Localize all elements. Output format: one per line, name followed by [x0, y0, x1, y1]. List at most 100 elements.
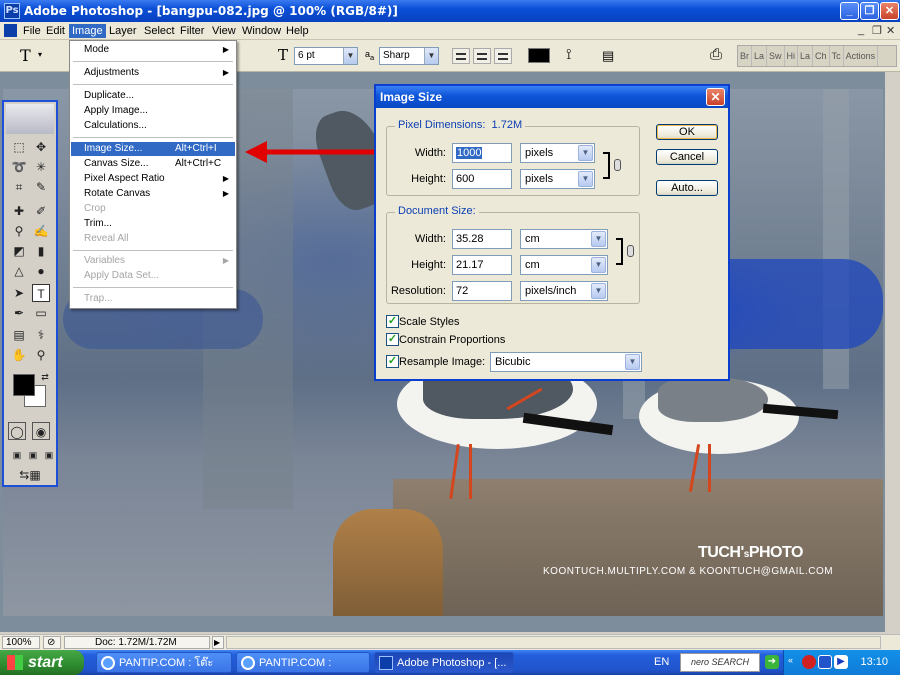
move-tool-icon[interactable]: ✥ — [32, 138, 50, 156]
media-player-tray-icon[interactable]: ▶ — [834, 655, 848, 669]
go-arrow-icon[interactable]: ➜ — [765, 655, 779, 669]
doc-width-unit-select[interactable]: cm ▼ — [520, 229, 608, 249]
eyedropper-tool-icon[interactable]: ⚕ — [32, 326, 50, 344]
menu-edit[interactable]: Edit — [43, 24, 68, 38]
palette-tab-brushes[interactable]: Br — [738, 46, 752, 66]
menu-item-adjustments[interactable]: Adjustments ▶ — [71, 66, 235, 80]
document-icon[interactable] — [4, 24, 17, 37]
tray-expand-icon[interactable]: « — [788, 655, 802, 669]
dialog-close-button[interactable]: ✕ — [706, 88, 725, 106]
type-tool-icon[interactable]: T — [32, 284, 50, 302]
menu-file[interactable]: File — [20, 24, 44, 38]
resample-method-select[interactable]: Bicubic ▼ — [490, 352, 642, 372]
menu-view[interactable]: View — [209, 24, 239, 38]
auto-button[interactable]: Auto... — [656, 180, 718, 196]
language-indicator[interactable]: EN — [654, 656, 669, 668]
antialias-select[interactable]: Sharp ▼ — [379, 47, 439, 65]
palette-tab-layer-comps[interactable]: La — [752, 46, 768, 66]
menu-item-apply-image[interactable]: Apply Image... — [71, 104, 235, 118]
minimize-button[interactable]: _ — [840, 2, 859, 20]
doc-restore-button[interactable]: ❐ — [872, 24, 882, 37]
doc-height-unit-select[interactable]: cm ▼ — [520, 255, 608, 275]
text-color-swatch[interactable] — [528, 48, 550, 63]
close-button[interactable]: ✕ — [880, 2, 899, 20]
doc-width-input[interactable]: 35.28 — [452, 229, 512, 249]
font-size-select[interactable]: 6 pt ▼ — [294, 47, 358, 65]
menu-select[interactable]: Select — [141, 24, 178, 38]
zoom-tool-icon[interactable]: ⚲ — [32, 346, 50, 364]
menu-item-pixel-aspect-ratio[interactable]: Pixel Aspect Ratio ▶ — [71, 172, 235, 186]
tool-preset-arrow-icon[interactable]: ▾ — [38, 50, 42, 59]
menu-item-trim[interactable]: Trim... — [71, 217, 235, 231]
foreground-color-swatch[interactable] — [13, 374, 35, 396]
taskbar-item-photoshop[interactable]: Adobe Photoshop - [... — [374, 652, 514, 673]
doc-close-button[interactable]: ✕ — [886, 24, 895, 37]
cancel-button[interactable]: Cancel — [656, 149, 718, 165]
align-right-button[interactable] — [494, 48, 512, 64]
restore-button[interactable]: ❐ — [860, 2, 879, 20]
swap-colors-icon[interactable]: ⇄ — [36, 368, 54, 386]
lasso-tool-icon[interactable]: ➰ — [10, 158, 28, 176]
taskbar-item-pantip-1[interactable]: PANTIP.COM : โต๊ะกล้อ... — [96, 652, 232, 673]
status-info-icon[interactable]: ⊘ — [43, 636, 61, 649]
adobe-online-icon[interactable] — [6, 104, 54, 134]
menu-item-image-size[interactable]: Image Size... Alt+Ctrl+I — [71, 142, 235, 156]
doc-height-input[interactable]: 21.17 — [452, 255, 512, 275]
photoshop-app-icon[interactable]: Ps — [4, 3, 20, 19]
menu-layer[interactable]: Layer — [106, 24, 140, 38]
pixel-height-unit-select[interactable]: pixels ▼ — [520, 169, 595, 189]
pixel-height-input[interactable]: 600 — [452, 169, 512, 189]
healing-brush-tool-icon[interactable]: ✚ — [10, 202, 28, 220]
zoom-level[interactable]: 100% — [2, 636, 40, 649]
resolution-unit-select[interactable]: pixels/inch ▼ — [520, 281, 608, 301]
resolution-input[interactable]: 72 — [452, 281, 512, 301]
history-brush-tool-icon[interactable]: ✍ — [32, 222, 50, 240]
dodge-tool-icon[interactable]: ● — [32, 262, 50, 280]
menu-window[interactable]: Window — [239, 24, 284, 38]
doc-minimize-button[interactable]: _ — [858, 24, 864, 36]
jump-to-imageready-icon[interactable]: ⇆▦ — [10, 466, 50, 484]
crop-tool-icon[interactable]: ⌗ — [10, 178, 28, 196]
ok-button[interactable]: OK — [656, 124, 718, 140]
menu-image[interactable]: Image — [69, 24, 106, 38]
slice-tool-icon[interactable]: ✎ — [32, 178, 50, 196]
menu-filter[interactable]: Filter — [177, 24, 207, 38]
palette-tab-channels[interactable]: Ch — [813, 46, 830, 66]
pen-tool-icon[interactable]: ✒ — [10, 304, 28, 322]
type-tool-icon[interactable]: T — [20, 46, 31, 65]
standard-mode-icon[interactable]: ◯ — [8, 422, 26, 440]
taskbar-item-pantip-2[interactable]: PANTIP.COM : O639... — [236, 652, 370, 673]
warp-text-icon[interactable]: ⟟ — [566, 46, 572, 63]
menu-item-duplicate[interactable]: Duplicate... — [71, 89, 235, 103]
notes-tool-icon[interactable]: ▤ — [10, 326, 28, 344]
palette-tab-actions[interactable]: Actions — [844, 46, 879, 66]
menu-item-rotate-canvas[interactable]: Rotate Canvas ▶ — [71, 187, 235, 201]
status-menu-arrow-icon[interactable]: ▶ — [212, 636, 224, 649]
constrain-proportions-checkbox[interactable]: ✓ — [386, 333, 399, 346]
align-center-button[interactable] — [473, 48, 491, 64]
align-left-button[interactable] — [452, 48, 470, 64]
clone-stamp-tool-icon[interactable]: ⚲ — [10, 222, 28, 240]
menu-item-calculations[interactable]: Calculations... — [71, 119, 235, 133]
resample-image-checkbox[interactable]: ✓ — [386, 355, 399, 368]
marquee-tool-icon[interactable]: ⬚ — [10, 138, 28, 156]
palettes-toggle-icon[interactable]: ▤ — [602, 48, 614, 64]
pixel-width-input[interactable]: 1000 — [452, 143, 512, 163]
magic-wand-tool-icon[interactable]: ✳ — [32, 158, 50, 176]
network-tray-icon[interactable] — [818, 655, 832, 669]
brush-tool-icon[interactable]: ✐ — [32, 202, 50, 220]
gradient-tool-icon[interactable]: ▮ — [32, 242, 50, 260]
palette-tab-swatches[interactable]: Sw — [767, 46, 785, 66]
pixel-width-unit-select[interactable]: pixels ▼ — [520, 143, 595, 163]
palette-tab-layers[interactable]: La — [798, 46, 814, 66]
hand-tool-icon[interactable]: ✋ — [10, 346, 28, 364]
scale-styles-checkbox[interactable]: ✓ — [386, 315, 399, 328]
horizontal-scrollbar[interactable] — [226, 636, 881, 649]
menu-help[interactable]: Help — [283, 24, 312, 38]
antivirus-tray-icon[interactable] — [802, 655, 816, 669]
nero-search-box[interactable]: nero SEARCH — [680, 653, 760, 672]
screen-mode-full-icon[interactable]: ▣ — [40, 446, 58, 464]
palette-tab-tool-presets[interactable]: Tc — [830, 46, 844, 66]
quick-mask-mode-icon[interactable]: ◉ — [32, 422, 50, 440]
clock[interactable]: 13:10 — [860, 656, 888, 668]
